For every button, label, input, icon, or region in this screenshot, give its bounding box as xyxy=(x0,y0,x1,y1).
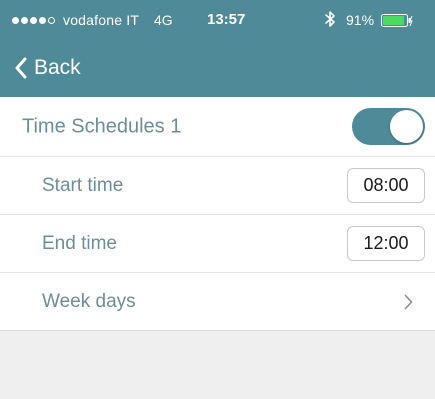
start-time-row: Start time 08:00 xyxy=(0,157,435,215)
carrier-name: vodafone IT xyxy=(63,12,140,28)
bluetooth-icon xyxy=(325,11,335,27)
toggle-knob xyxy=(390,110,423,143)
start-time-label: Start time xyxy=(42,174,124,196)
status-bar: vodafone IT 4G 13:57 91% xyxy=(0,0,435,42)
empty-background xyxy=(0,331,435,399)
app-screen: vodafone IT 4G 13:57 91% Back Time Sched… xyxy=(0,0,435,399)
end-time-field[interactable]: 12:00 xyxy=(347,226,425,261)
navigation-bar: Back xyxy=(0,42,435,97)
schedule-title-row: Time Schedules 1 xyxy=(0,97,435,157)
status-time: 13:57 xyxy=(207,11,246,28)
schedule-enabled-toggle[interactable] xyxy=(352,108,425,145)
app-header: vodafone IT 4G 13:57 91% Back xyxy=(0,0,435,97)
network-type: 4G xyxy=(154,12,173,28)
schedule-title: Time Schedules 1 xyxy=(22,115,182,137)
schedule-settings: Time Schedules 1 Start time 08:00 End ti… xyxy=(0,97,435,399)
battery-charging-icon xyxy=(381,14,413,27)
end-time-label: End time xyxy=(42,232,117,254)
end-time-row: End time 12:00 xyxy=(0,215,435,273)
battery-percent: 91% xyxy=(346,12,375,28)
back-button[interactable]: Back xyxy=(14,52,81,84)
start-time-field[interactable]: 08:00 xyxy=(347,168,425,203)
chevron-right-icon xyxy=(404,294,413,310)
week-days-row[interactable]: Week days xyxy=(0,273,435,331)
back-label: Back xyxy=(34,56,81,79)
week-days-label: Week days xyxy=(42,290,136,312)
chevron-left-icon xyxy=(15,57,27,79)
